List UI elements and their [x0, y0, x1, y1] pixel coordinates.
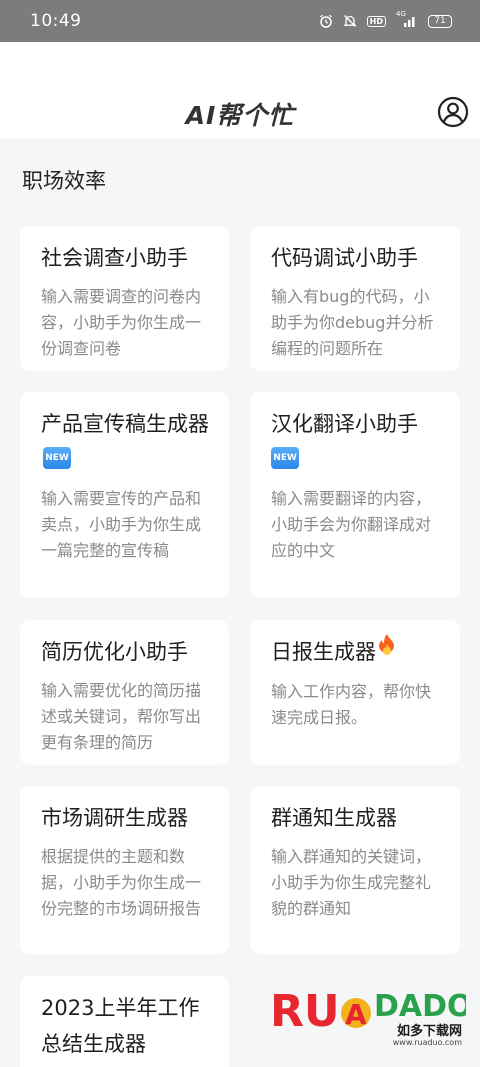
profile-button[interactable] — [437, 96, 469, 128]
tool-card-survey[interactable]: 社会调查小助手 输入需要调查的问卷内容，小助手为你生成一份调查问卷 — [20, 226, 229, 371]
watermark-subtitle: 如多下载网 — [396, 1024, 462, 1039]
tool-card-product-promo[interactable]: 产品宣传稿生成器 NEW 输入需要宣传的产品和卖点，小助手为你生成一篇完整的宣传稿 — [20, 392, 229, 598]
tool-card-market-research[interactable]: 市场调研生成器 根据提供的主题和数据，小助手为你生成一份完整的市场调研报告 — [20, 786, 229, 954]
svg-text:RU: RU — [270, 986, 340, 1037]
svg-text:A: A — [345, 998, 367, 1031]
tool-card-code-debug[interactable]: 代码调试小助手 输入有bug的代码，小助手为你debug并分析编程的问题所在 — [250, 226, 460, 371]
card-title-text: 产品宣传稿生成器 — [41, 412, 209, 436]
svg-text:DADO: DADO — [374, 989, 466, 1024]
card-title: 市场调研生成器 — [41, 806, 188, 830]
card-title-badge-line: NEW — [271, 442, 440, 478]
card-title: 代码调试小助手 — [271, 246, 418, 270]
tool-card-group-notice[interactable]: 群通知生成器 输入群通知的关键词，小助手为你生成完整礼貌的群通知 — [250, 786, 460, 954]
card-title: 群通知生成器 — [271, 806, 397, 830]
new-badge: NEW — [43, 447, 71, 469]
app-title: AI帮个忙 — [185, 101, 295, 130]
card-title-text: 日报生成器 — [271, 640, 376, 664]
card-title: 简历优化小助手 — [41, 640, 188, 664]
fire-icon — [376, 632, 398, 668]
card-desc: 输入需要优化的简历描述或关键词，帮你写出更有条理的简历 — [41, 681, 202, 752]
new-badge: NEW — [271, 446, 299, 469]
card-desc: 根据提供的主题和数据，小助手为你生成一份完整的市场调研报告 — [41, 847, 202, 918]
card-desc: 输入工作内容，帮你快速完成日报。 — [271, 682, 432, 727]
tool-card-translate[interactable]: 汉化翻译小助手 NEW 输入需要翻译的内容，小助手会为你翻译成对应的中文 — [250, 392, 460, 598]
card-title: 汉化翻译小助手 — [271, 412, 418, 436]
alarm-icon — [319, 14, 333, 28]
card-title: 产品宣传稿生成器 NEW — [41, 406, 209, 478]
card-desc: 输入需要宣传的产品和卖点，小助手为你生成一篇完整的宣传稿 — [41, 489, 202, 560]
tool-card-daily-report[interactable]: 日报生成器 输入工作内容，帮你快速完成日报。 — [250, 620, 460, 765]
card-title: 2023上半年工作总结生成器 — [41, 996, 200, 1056]
card-desc: 输入群通知的关键词，小助手为你生成完整礼貌的群通知 — [271, 847, 432, 918]
tool-card-work-summary[interactable]: 2023上半年工作总结生成器 — [20, 976, 229, 1067]
section-title: 职场效率 — [22, 169, 106, 193]
status-time: 10:49 — [30, 11, 82, 31]
watermark-url: www.ruaduo.com — [392, 1038, 462, 1047]
battery-icon: 71 — [428, 14, 452, 28]
signal-icon: 4G — [396, 10, 418, 28]
watermark-logo: RU A DADO 如多下载网 www.ruaduo.com — [270, 982, 466, 1062]
card-desc: 输入需要翻译的内容，小助手会为你翻译成对应的中文 — [271, 489, 432, 560]
card-desc: 输入需要调查的问卷内容，小助手为你生成一份调查问卷 — [41, 287, 202, 358]
card-desc: 输入有bug的代码，小助手为你debug并分析编程的问题所在 — [271, 287, 434, 358]
status-icons: HD 4G 71 — [319, 10, 452, 28]
signal-label: 4G — [396, 10, 406, 18]
card-title: 日报生成器 — [271, 634, 440, 671]
user-icon — [437, 96, 469, 128]
status-bar: 10:49 HD 4G 71 — [0, 0, 480, 42]
hd-badge: HD — [366, 15, 386, 27]
mute-icon — [343, 14, 357, 28]
card-title: 社会调查小助手 — [41, 246, 188, 270]
tool-card-resume[interactable]: 简历优化小助手 输入需要优化的简历描述或关键词，帮你写出更有条理的简历 — [20, 620, 229, 765]
